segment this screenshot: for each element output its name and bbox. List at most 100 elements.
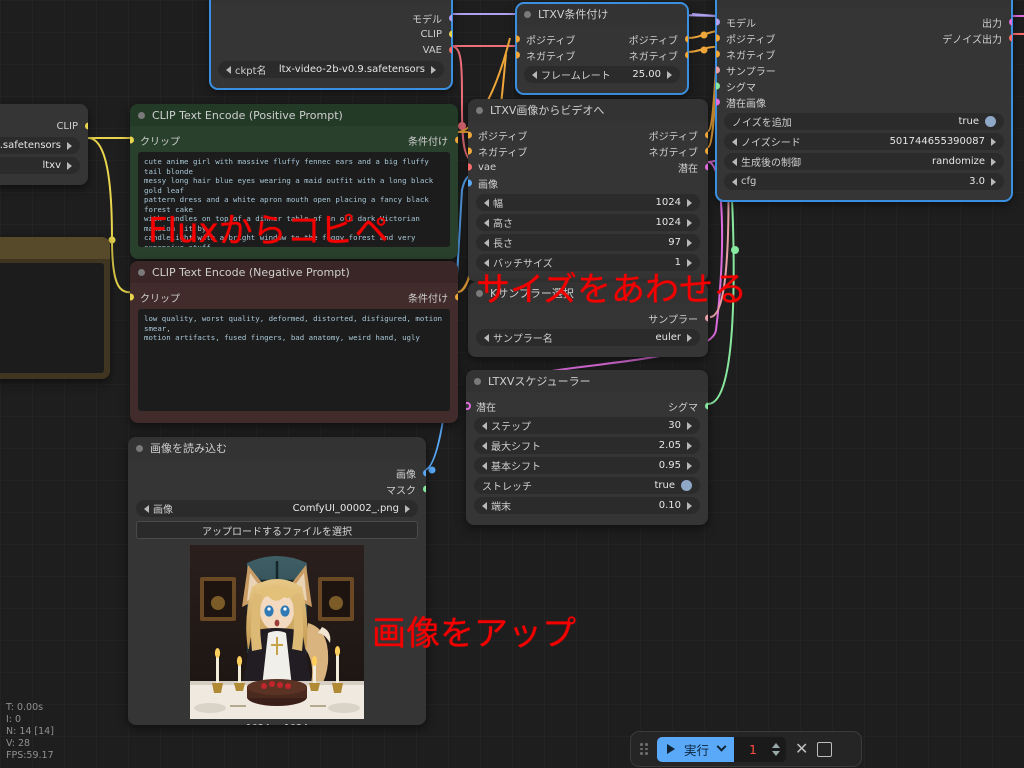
- decrement-arrow-icon[interactable]: [532, 70, 537, 79]
- node-note-partial[interactable]: , if the prompt is too: [0, 237, 110, 379]
- port-dot-clip[interactable]: [448, 30, 452, 38]
- port-dot-negative-in[interactable]: [516, 51, 520, 59]
- port-model-out[interactable]: モデル: [210, 10, 452, 26]
- stepper-down-icon[interactable]: [772, 750, 781, 756]
- widget-frame-rate[interactable]: フレームレート 25.00: [524, 66, 680, 83]
- port-dot-negative-out[interactable]: [684, 51, 688, 59]
- port-dot-negative-out[interactable]: [704, 147, 708, 155]
- node-ltxv-conditioning[interactable]: LTXV条件付け ポジティブ ポジティブ ネガティブ ネガティブ フレームレート…: [515, 2, 689, 95]
- port-dot-sampler-in[interactable]: [716, 66, 720, 74]
- node-ltxv-image-to-video[interactable]: LTXV画像からビデオへ ポジティブ ポジティブ ネガティブ ネガティブ vae…: [468, 99, 708, 282]
- widget-stretch[interactable]: ストレッチ true: [474, 477, 700, 494]
- port-row-negative[interactable]: ネガティブ ネガティブ: [516, 47, 688, 63]
- upload-file-button[interactable]: アップロードするファイルを選択: [136, 521, 418, 539]
- widget-noise-seed[interactable]: ノイズシード 501744655390087: [724, 133, 1004, 150]
- port-clip-out[interactable]: CLIP: [0, 118, 88, 134]
- increment-arrow-icon[interactable]: [687, 461, 692, 470]
- port-dot-negative-in[interactable]: [716, 50, 720, 58]
- port-dot-image[interactable]: [422, 469, 426, 477]
- widget-clip-type[interactable]: ltxv: [0, 157, 80, 174]
- decrement-arrow-icon[interactable]: [482, 461, 487, 470]
- decrement-arrow-icon[interactable]: [482, 421, 487, 430]
- port-row-negative[interactable]: ネガティブ ネガティブ: [468, 143, 708, 159]
- port-dot-positive-out[interactable]: [684, 35, 688, 43]
- node-load-image[interactable]: 画像を読み込む 画像 マスク 画像 ComfyUI_00002_.png アップ…: [128, 437, 426, 725]
- decrement-arrow-icon[interactable]: [484, 198, 489, 207]
- port-dot-output[interactable]: [1008, 18, 1012, 26]
- widget-width[interactable]: 幅 1024: [476, 194, 700, 211]
- port-dot-negative-in[interactable]: [468, 147, 472, 155]
- port-dot-positive-out[interactable]: [704, 131, 708, 139]
- port-row-positive[interactable]: ポジティブ ポジティブ: [468, 127, 708, 143]
- decrement-arrow-icon[interactable]: [226, 65, 231, 74]
- increment-arrow-icon[interactable]: [405, 504, 410, 513]
- node-collapse-icon[interactable]: [138, 111, 145, 119]
- node-clip-text-encode-negative[interactable]: CLIP Text Encode (Negative Prompt) クリップ …: [130, 261, 458, 423]
- increment-arrow-icon[interactable]: [687, 333, 692, 342]
- increment-arrow-icon[interactable]: [431, 65, 436, 74]
- node-title-bar[interactable]: 画像を読み込む: [128, 437, 426, 459]
- decrement-arrow-icon[interactable]: [484, 238, 489, 247]
- comfyui-canvas[interactable]: モデル CLIP VAE ckpt名 ltx-video-2b-v0.9.saf…: [0, 0, 1024, 768]
- widget-height[interactable]: 高さ 1024: [476, 214, 700, 231]
- widget-sampler-name[interactable]: サンプラー名 euler: [476, 329, 700, 346]
- port-dot-image-in[interactable]: [468, 179, 472, 187]
- widget-clip-name[interactable]: 5.safetensors: [0, 137, 80, 154]
- bottom-toolbar[interactable]: 実行 1 ✕: [630, 731, 862, 767]
- increment-arrow-icon[interactable]: [667, 70, 672, 79]
- widget-terminal[interactable]: 端末 0.10: [474, 497, 700, 514]
- decrement-arrow-icon[interactable]: [484, 333, 489, 342]
- increment-arrow-icon[interactable]: [687, 421, 692, 430]
- chevron-down-icon[interactable]: [716, 741, 727, 752]
- run-button[interactable]: 実行: [657, 736, 735, 762]
- node-title-bar[interactable]: LTXV画像からビデオへ: [468, 99, 708, 121]
- port-dot-latent-in[interactable]: [466, 402, 471, 410]
- port-dot-mask[interactable]: [422, 485, 426, 493]
- port-row-sampler[interactable]: サンプラー: [716, 62, 1012, 78]
- port-dot-positive-in[interactable]: [716, 34, 720, 42]
- port-row-vae-latent[interactable]: vae 潜在: [468, 159, 708, 175]
- port-clip-out[interactable]: CLIP: [210, 26, 452, 42]
- node-title-bar[interactable]: LTXVスケジューラー: [466, 370, 708, 392]
- widget-base-shift[interactable]: 基本シフト 0.95: [474, 457, 700, 474]
- widget-length[interactable]: 長さ 97: [476, 234, 700, 251]
- port-dot-model-in[interactable]: [716, 18, 720, 26]
- increment-arrow-icon[interactable]: [991, 137, 996, 146]
- port-row-negative[interactable]: ネガティブ: [716, 46, 1012, 62]
- port-dot-vae[interactable]: [448, 46, 452, 54]
- toggle-switch-icon[interactable]: [681, 480, 692, 491]
- node-title-bar[interactable]: CLIP Text Encode (Positive Prompt): [130, 104, 458, 126]
- node-collapse-icon[interactable]: [476, 106, 483, 114]
- increment-arrow-icon[interactable]: [687, 501, 692, 510]
- port-image-out[interactable]: 画像: [128, 465, 426, 481]
- port-dot-sampler[interactable]: [704, 314, 708, 322]
- port-dot-sigma-out[interactable]: [704, 402, 708, 410]
- drag-grip-icon[interactable]: [640, 741, 648, 757]
- decrement-arrow-icon[interactable]: [732, 177, 737, 186]
- port-row-latent-image[interactable]: 潜在画像: [716, 94, 1012, 110]
- preview-thumbnail[interactable]: [190, 545, 364, 719]
- node-title-bar[interactable]: [716, 0, 1012, 8]
- stop-button[interactable]: [817, 741, 833, 757]
- increment-arrow-icon[interactable]: [67, 161, 72, 170]
- port-dot-latent-out[interactable]: [704, 163, 708, 171]
- batch-count-input[interactable]: 1: [734, 736, 773, 762]
- node-title-bar[interactable]: LTXV条件付け: [516, 3, 688, 25]
- node-collapse-icon[interactable]: [136, 444, 143, 452]
- port-dot-vae-in[interactable]: [468, 163, 472, 171]
- widget-cfg[interactable]: cfg 3.0: [724, 173, 1004, 190]
- decrement-arrow-icon[interactable]: [484, 218, 489, 227]
- port-dot-clip-in[interactable]: [130, 293, 134, 301]
- node-title-bar[interactable]: CLIP Text Encode (Negative Prompt): [130, 261, 458, 283]
- node-collapse-icon[interactable]: [524, 10, 531, 18]
- increment-arrow-icon[interactable]: [687, 218, 692, 227]
- decrement-arrow-icon[interactable]: [144, 504, 149, 513]
- node-title-bar[interactable]: [0, 237, 110, 259]
- widget-add-noise[interactable]: ノイズを追加 true: [724, 113, 1004, 130]
- negative-prompt-textarea[interactable]: low quality, worst quality, deformed, di…: [138, 309, 450, 411]
- decrement-arrow-icon[interactable]: [732, 157, 737, 166]
- port-dot-conditioning-out[interactable]: [454, 293, 458, 301]
- port-dot-denoised-output[interactable]: [1008, 34, 1012, 42]
- port-dot-latent-image-in[interactable]: [716, 98, 720, 106]
- decrement-arrow-icon[interactable]: [482, 441, 487, 450]
